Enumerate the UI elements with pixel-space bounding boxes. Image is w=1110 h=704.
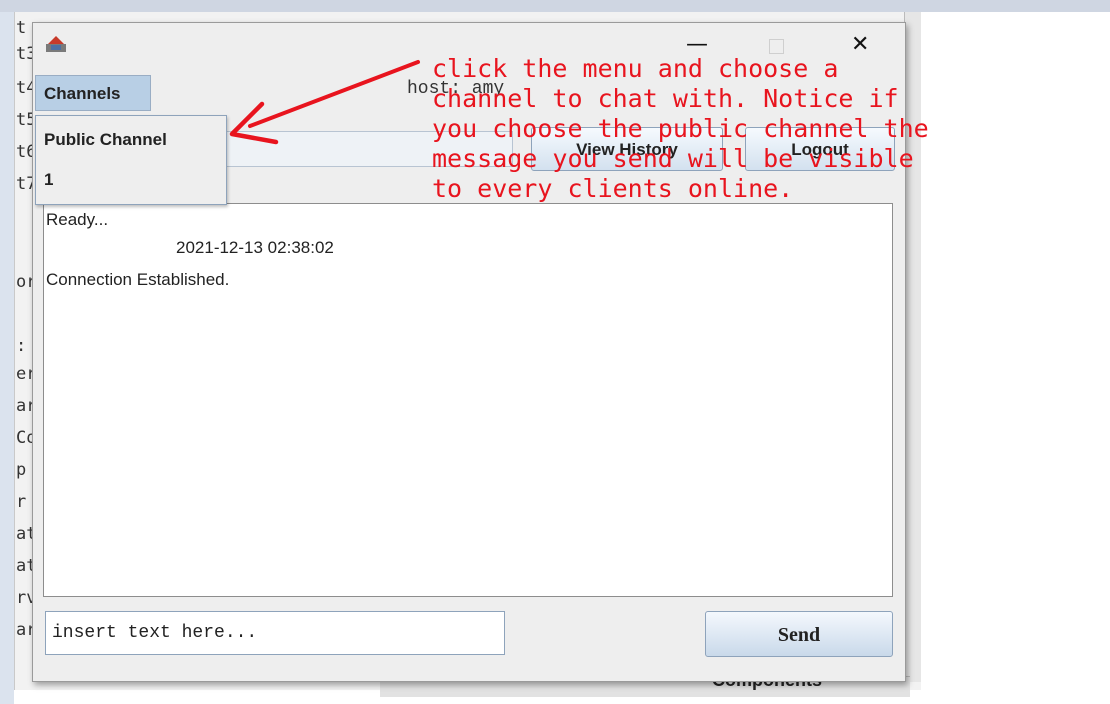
annotation-text: click the menu and choose a channel to c… (432, 54, 929, 203)
